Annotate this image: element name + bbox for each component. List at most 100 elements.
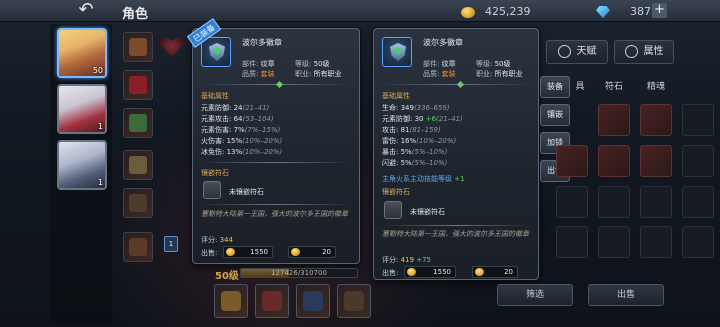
info-icon — [624, 44, 638, 58]
boots-icon — [129, 194, 147, 212]
sell-price: 1550 — [404, 266, 456, 278]
character-level: 1 — [97, 122, 103, 131]
inventory-slot[interactable] — [640, 145, 672, 177]
belt-icon — [129, 156, 147, 174]
stat-line: 元素攻击: 64(53–104) — [201, 115, 274, 123]
gold-coin-icon — [461, 6, 475, 18]
equip-slot[interactable] — [123, 32, 153, 62]
stat-line: 元素伤害: 7%(7%–15%) — [201, 126, 281, 134]
add-diamonds-button[interactable]: + — [652, 3, 667, 18]
count-badge: 1 — [164, 236, 178, 252]
inventory-slot[interactable] — [682, 104, 714, 136]
character-portrait[interactable]: 1 — [57, 140, 107, 190]
equip-button[interactable]: 装备 — [540, 76, 570, 98]
subtab-equipment[interactable]: 具 — [570, 78, 590, 96]
inventory-slot[interactable] — [640, 104, 672, 136]
inventory-slot[interactable] — [640, 226, 672, 258]
item-tooltip-compare: 波尔多徽章 部件: 纹章 等级: 50级 品质: 套装 职业: 所有职业 基础属… — [373, 28, 539, 280]
inventory-slot[interactable] — [556, 145, 588, 177]
boots-icon — [344, 291, 364, 311]
equip-slot[interactable] — [123, 108, 153, 138]
stat-line: 暴击: 5%(5%–10%) — [382, 148, 448, 156]
tab-attributes[interactable]: 属性 — [614, 40, 674, 64]
sell-label: 出售: — [382, 269, 399, 277]
item-part: 部件: 纹章 — [242, 60, 275, 68]
inlay-button[interactable]: 镶嵌 — [540, 104, 570, 126]
item-score: 评分: 344 — [201, 236, 233, 244]
item-class: 职业: 所有职业 — [295, 70, 342, 78]
bottom-equip-slot[interactable] — [296, 284, 330, 318]
item-level: 等级: 50级 — [295, 60, 330, 68]
diamond-counter: 387 — [596, 4, 651, 19]
bottom-equip-slot[interactable] — [214, 284, 248, 318]
bottom-equip-slot[interactable] — [337, 284, 371, 318]
subtab-spirit[interactable]: 精魂 — [640, 78, 672, 96]
item-name: 波尔多徽章 — [423, 38, 463, 47]
rune-slot[interactable] — [203, 181, 221, 199]
glove-icon — [129, 238, 147, 256]
inventory-slot[interactable] — [640, 186, 672, 218]
bracer-icon — [129, 114, 147, 132]
equip-slot[interactable] — [123, 70, 153, 100]
gold-coin-icon — [226, 248, 235, 256]
socket-title: 镶嵌符石 — [382, 188, 410, 196]
rune-slot[interactable] — [384, 201, 402, 219]
subtab-runes[interactable]: 符石 — [598, 78, 630, 96]
character-portrait[interactable]: 1 — [57, 84, 107, 134]
back-arrow-icon: ↶ — [78, 0, 94, 20]
character-portrait[interactable]: 50 — [57, 28, 107, 78]
inventory-slot[interactable] — [556, 186, 588, 218]
item-name: 波尔多徽章 — [242, 38, 282, 47]
rune-slot-status: 未镶嵌符石 — [229, 188, 264, 196]
item-part: 部件: 纹章 — [423, 60, 456, 68]
equip-slot[interactable] — [123, 188, 153, 218]
base-attributes-title: 基础属性 — [382, 92, 410, 100]
page-title: 角色 — [122, 7, 149, 22]
base-attributes-title: 基础属性 — [201, 92, 229, 100]
tab-talent[interactable]: 天赋 — [546, 40, 608, 64]
inventory-slot[interactable] — [598, 104, 630, 136]
equip-slot[interactable] — [123, 232, 153, 262]
inventory-slot[interactable] — [556, 226, 588, 258]
helmet-icon — [221, 291, 241, 311]
item-score: 评分: 419 +75 — [382, 256, 431, 264]
item-class: 职业: 所有职业 — [476, 70, 523, 78]
inventory-slot[interactable] — [598, 145, 630, 177]
inventory-slot[interactable] — [598, 186, 630, 218]
character-level-label: 50级 — [215, 271, 239, 282]
diamond-amount: 387 — [630, 5, 651, 18]
wing-icon — [262, 291, 282, 311]
inventory-slot[interactable] — [682, 186, 714, 218]
emblem-icon — [382, 37, 412, 67]
armor-icon — [303, 291, 323, 311]
item-description: 塞勒特大陆第一王国，强大的波尔多王国的徽章 — [382, 230, 529, 238]
diamond-icon — [596, 6, 610, 18]
divider — [382, 80, 530, 89]
inventory-slot[interactable] — [598, 226, 630, 258]
inventory-slot[interactable] — [682, 226, 714, 258]
talent-icon — [557, 44, 571, 58]
divider — [382, 225, 530, 226]
bulk-sell-button[interactable]: 出售 — [588, 284, 664, 306]
character-level: 50 — [92, 66, 103, 75]
cloak-icon — [129, 76, 147, 94]
sell-price: 1550 — [223, 246, 273, 258]
inventory-slot[interactable] — [682, 145, 714, 177]
xp-text: 127426/310700 — [271, 269, 327, 277]
stat-line: 元素防御: 24(21–41) — [201, 104, 270, 112]
stat-line: 冰免伤: 13%(10%–20%) — [201, 148, 283, 156]
stat-line: 雷伤: 16%(10%–20%) — [382, 137, 457, 145]
item-level: 等级: 50级 — [476, 60, 511, 68]
xp-bar: 127426/310700 — [240, 268, 358, 278]
filter-button[interactable]: 筛选 — [497, 284, 573, 306]
gold-counter: 425,239 — [461, 4, 531, 19]
gold-amount: 425,239 — [485, 5, 531, 18]
back-button[interactable]: ↶ — [60, 0, 112, 22]
equip-slot[interactable] — [123, 150, 153, 180]
item-description: 塞勒特大陆第一王国，强大的波尔多王国的徽章 — [201, 210, 348, 218]
sell-quantity: 20 — [288, 246, 336, 258]
item-quality: 品质: 套装 — [423, 70, 456, 78]
gold-coin-icon — [291, 248, 300, 256]
stat-line: 火伤害: 15%(10%–20%) — [201, 137, 283, 145]
bottom-equip-slot[interactable] — [255, 284, 289, 318]
